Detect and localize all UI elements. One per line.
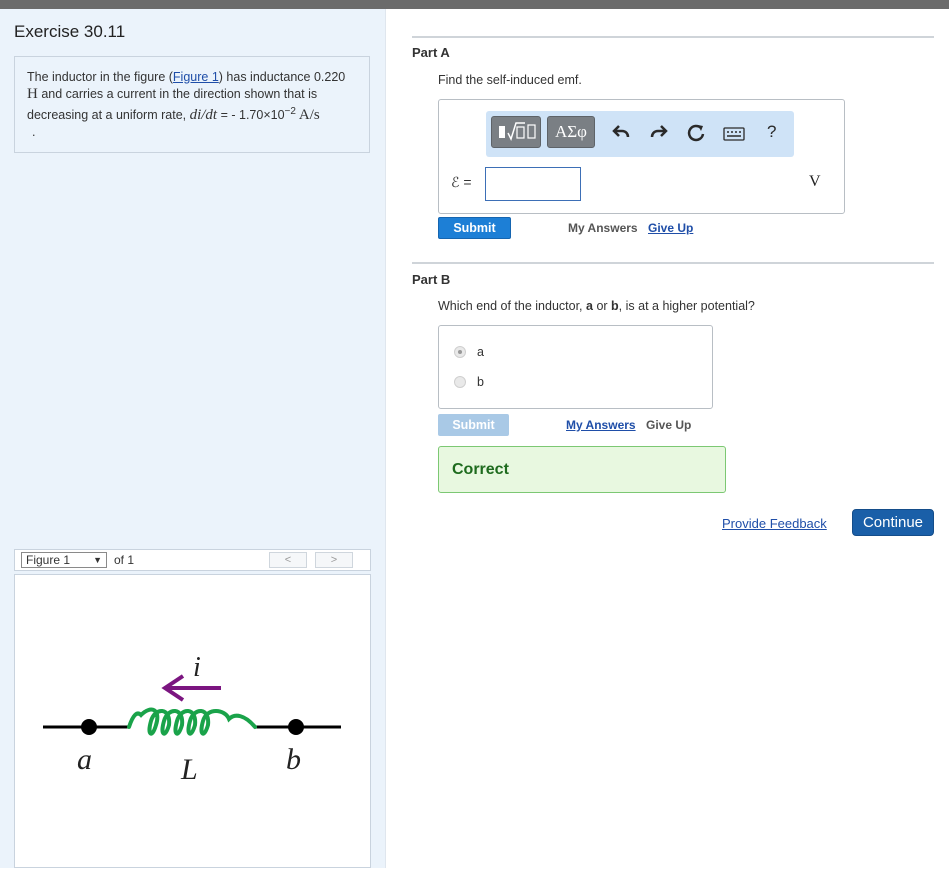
figure-select[interactable]: Figure 1 ▼	[21, 552, 107, 568]
part-a-submit-button[interactable]: Submit	[438, 217, 511, 239]
label-b: b	[286, 743, 301, 776]
label-a: a	[77, 743, 92, 776]
figure-canvas: i a L b	[14, 574, 371, 868]
reset-icon[interactable]	[686, 123, 706, 148]
rate-unit: A/s	[295, 107, 320, 124]
dropdown-arrow-icon: ▼	[93, 555, 102, 565]
part-b-my-answers[interactable]: My Answers	[566, 418, 636, 432]
part-b-question-b: b	[611, 299, 619, 313]
option-a-label: a	[477, 345, 484, 359]
figure-count: of 1	[114, 553, 135, 567]
problem-text-2: ) has inductance 0.220	[218, 70, 346, 84]
part-b-label: Part B	[412, 272, 451, 287]
problem-text-1: The inductor in the figure (	[27, 70, 173, 84]
part-b-submit-button[interactable]: Submit	[438, 414, 509, 436]
redo-icon[interactable]	[650, 123, 668, 146]
part-a-answer-box: ΑΣφ ? ℰ = V	[438, 99, 845, 214]
part-a-give-up[interactable]: Give Up	[648, 221, 693, 235]
undo-icon[interactable]	[612, 123, 630, 146]
terminal-a	[81, 719, 97, 735]
problem-statement: The inductor in the figure (Figure 1) ha…	[14, 56, 370, 153]
exercise-title: Exercise 30.11	[14, 22, 126, 41]
prev-figure-button[interactable]: <	[269, 552, 307, 568]
templates-icon	[499, 122, 536, 141]
figure-select-value: Figure 1	[26, 553, 71, 567]
part-a-question: Find the self-induced emf.	[438, 73, 582, 87]
inductor-coil	[127, 707, 257, 736]
keyboard-icon[interactable]	[723, 126, 745, 146]
continue-button[interactable]: Continue	[852, 509, 934, 536]
terminal-b	[288, 719, 304, 735]
inductor-diagram: i a L b	[43, 652, 341, 786]
radio-option-a[interactable]	[454, 346, 466, 358]
help-button[interactable]: ?	[767, 122, 776, 142]
part-a-rule	[412, 36, 934, 38]
part-b-question-2: or	[592, 299, 612, 313]
problem-trailing: .	[32, 125, 36, 140]
radio-option-b[interactable]	[454, 376, 466, 388]
emf-unit: V	[809, 173, 821, 190]
label-i: i	[193, 652, 201, 683]
emf-input[interactable]	[485, 167, 581, 201]
rate-symbol: di/dt	[189, 107, 218, 124]
templates-button[interactable]	[491, 116, 541, 148]
symbols-button[interactable]: ΑΣφ	[547, 116, 595, 148]
part-b-options: a b	[438, 325, 713, 409]
part-a-my-answers[interactable]: My Answers	[568, 221, 638, 235]
panel-divider	[385, 9, 386, 868]
option-b-label: b	[477, 375, 484, 389]
problem-text-4: = - 1.70×10	[217, 108, 285, 123]
part-b-question-3: , is at a higher potential?	[618, 299, 755, 313]
part-a-label: Part A	[412, 45, 450, 60]
provide-feedback-link[interactable]: Provide Feedback	[722, 516, 827, 531]
part-b-question-1: Which end of the inductor,	[438, 299, 587, 313]
math-toolbar: ΑΣφ ?	[486, 111, 794, 157]
correct-feedback-text: Correct	[452, 461, 509, 478]
correct-feedback-box: Correct	[438, 446, 726, 493]
emf-label: ℰ =	[451, 174, 472, 190]
part-b-give-up[interactable]: Give Up	[646, 418, 691, 432]
rate-exponent: −2	[284, 106, 296, 117]
top-bar	[0, 0, 949, 9]
next-figure-button[interactable]: >	[315, 552, 353, 568]
part-b-question-a: a	[586, 299, 593, 313]
label-L: L	[180, 753, 198, 786]
part-b-question: Which end of the inductor, a or b, is at…	[438, 299, 755, 313]
figure-header: Figure 1 ▼ of 1 < >	[14, 549, 371, 571]
part-b-rule	[412, 262, 934, 264]
figure-link[interactable]: Figure 1	[173, 70, 219, 84]
unit-henry: H	[27, 86, 38, 102]
